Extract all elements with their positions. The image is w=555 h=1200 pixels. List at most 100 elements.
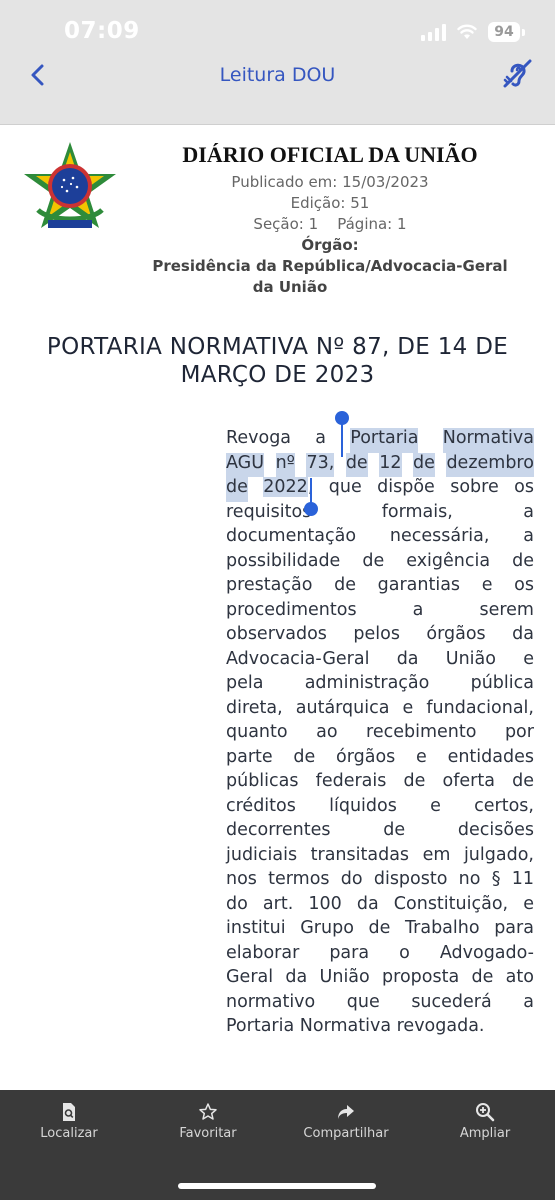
ementa-word: no [458,869,481,889]
ementa-word: disposto [373,869,448,889]
ementa-word: e [430,795,441,816]
nav-title: Leitura DOU [219,64,336,86]
ementa-word: possibilidade [226,550,341,571]
ementa-word: dispõe [377,477,435,497]
ementa-word: Normativa [299,1016,392,1036]
ementa-word: revogada. [396,1016,485,1036]
ementa-line: do art. 100 da Constituição, e [226,894,534,919]
ementa-word: oferta [442,771,495,791]
zoom-label: Ampliar [459,1126,511,1141]
ementa-word: da [356,893,379,914]
ementa-word: pelos [353,624,400,644]
ementa-word: de [345,452,368,477]
ementa-word: recebimento [366,722,477,742]
ementa-word: Revoga [226,428,292,448]
selection-end-handle[interactable] [304,502,318,516]
find-button[interactable]: Localizar [9,1102,129,1141]
ementa-word: de [334,575,356,595]
ementa-word: do [226,893,248,914]
ementa-word: procedimentos [226,599,357,620]
zoom-button[interactable]: Ampliar [425,1102,545,1141]
ementa-line: créditos líquidos e certos, [226,796,534,821]
ementa-word: em [422,844,451,865]
ementa-word: Geral [226,967,274,987]
ementa-word: Normativa [442,428,534,453]
ementa-word: garantias [377,575,461,595]
battery-icon: 94 [488,22,520,42]
ementa-line: documentação necessária, a [226,526,534,551]
ementa-word: créditos [226,795,296,816]
share-label: Compartilhar [303,1126,389,1141]
ementa-word: líquidos [329,795,397,816]
ementa-word: § [491,869,501,889]
ementa-word: para [494,918,534,938]
find-document-icon [63,1103,75,1121]
ementa-word: Portaria [350,428,419,453]
ementa-word: 12 [379,452,402,477]
ementa-word: União [445,648,496,669]
ementa-line: elaborar para o Advogado- [226,943,534,968]
ementa-word: exigência [406,550,491,571]
brazil-coat-of-arms-seal [20,140,120,240]
selection-start-handle[interactable] [335,411,349,425]
ementa-word: de [512,771,534,791]
ementa-line: pela administração pública [226,673,534,698]
favorite-button[interactable]: Favoritar [148,1102,268,1141]
accessibility-button[interactable] [499,55,535,91]
ementa-word: órgãos [426,624,486,644]
ementa-word: administração [304,673,430,693]
ementa-word: proposta [382,967,460,987]
ementa-word: órgãos [336,746,396,767]
ementa-word: transitadas [310,844,410,865]
ementa-word: certos, [474,795,534,816]
find-label: Localizar [40,1126,98,1141]
ementa-line: judiciais transitadas em julgado, [226,845,534,870]
share-button[interactable]: Compartilhar [286,1102,406,1141]
ementa-word: julgado, [463,844,534,865]
ementa-word: e [481,575,493,595]
ementa-word: e [402,697,414,718]
ementa-word: Constituição, [393,893,509,914]
ementa-word: Portaria [226,1016,295,1036]
ementa-word: Grupo [300,918,354,938]
ementa-line: possibilidade de exigência de [226,551,534,576]
ementa-word: art. [262,893,294,914]
ementa-word: quanto [226,722,288,742]
ementa-word: a [523,991,534,1012]
cellular-signal-icon [421,23,446,41]
ementa-word: da [396,648,419,669]
ementa-word: parte [226,746,273,767]
ementa-line: públicas federais de oferta de [226,771,534,796]
ementa-word: de [362,550,385,571]
section-number: Seção: 1 [253,215,319,233]
ementa-word: de [471,967,494,987]
ementa-word: o [399,942,410,963]
wifi-icon [457,24,477,39]
ementa-line: Geral da União proposta de ato [226,967,534,992]
ementa-word: de [293,746,316,767]
home-indicator [178,1183,376,1189]
ementa-word: direta, [226,697,283,718]
document-title-line-2: MARÇO DE 2023 [180,362,375,388]
zoom-in-icon [476,1103,495,1122]
ementa-line: Advocacia-Geral da União e [226,649,534,674]
ementa-word: sucederá [411,991,492,1012]
ementa-word: elaborar [226,942,300,963]
ementa-word: ao [316,722,338,742]
document-title-line-1: PORTARIA NORMATIVA Nº 87, DE 14 DE [46,334,509,360]
ementa-word: formais, [381,501,453,522]
ementa-word: judiciais [226,844,298,865]
ementa-word: 2022, [263,477,313,497]
organ-name-line-1: Presidência da República/Advocacia-Geral [152,257,508,275]
ementa-word: AGU [226,452,265,477]
ementa-word: decisões [457,820,534,840]
ementa-line: parte de órgãos e entidades [226,747,534,772]
ementa-word: sobre [450,477,499,497]
battery-tip [522,28,525,36]
ementa-word: serem [479,599,534,620]
ementa-text[interactable]: Revoga a Portaria Normativa AGU nº 73, de 12 de de… [226,428,534,1041]
favorite-label: Favoritar [179,1126,237,1141]
ementa-line: Portaria Normativa revogada. [226,1016,534,1041]
ementa-word: 11 [511,869,534,889]
ementa-line: decorrentes de decisões [226,820,534,845]
